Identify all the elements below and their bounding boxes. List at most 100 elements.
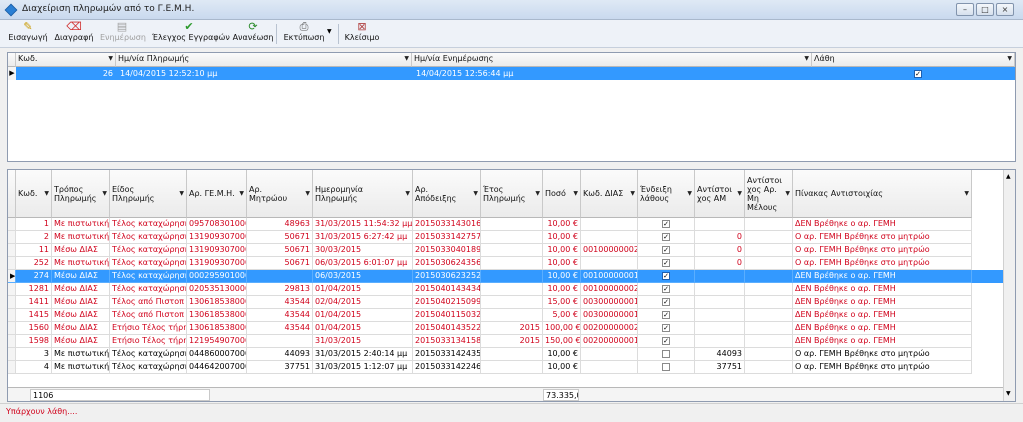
column-header-code[interactable]: Κωδ. ▼ xyxy=(16,53,116,67)
dropdown-arrow-icon[interactable]: ▼ xyxy=(305,189,310,198)
cell-gemh-number: 131909307000 xyxy=(187,257,247,270)
column-header-errors[interactable]: Λάθη ▼ xyxy=(812,53,1015,67)
unchecked-icon xyxy=(662,362,670,371)
scroll-up-arrow-icon[interactable]: ▲ xyxy=(1006,173,1011,180)
error-checkbox[interactable]: ✓ xyxy=(638,244,695,257)
table-row[interactable]: 1Με πιστωτική κΤέλος καταχώρηση095708301… xyxy=(8,218,1003,231)
table-row[interactable]: 26 14/04/2015 12:52:10 μμ 14/04/2015 12:… xyxy=(16,67,1015,80)
dropdown-arrow-icon[interactable]: ▼ xyxy=(473,189,478,198)
error-checkbox[interactable]: ✓ xyxy=(638,335,695,348)
error-checkbox[interactable]: ✓ xyxy=(638,296,695,309)
table-row[interactable]: 1598 Μέσω ΔΙΑΣ Ετήσιο Τέλος τήρη 1219549070… xyxy=(8,335,1003,348)
update-button[interactable]: ▤ Ενημέρωση xyxy=(100,21,146,47)
column-header-payment-year[interactable]: Έτος Πληρωμής ▼ xyxy=(481,170,543,218)
dropdown-arrow-icon[interactable]: ▼ xyxy=(573,189,578,198)
table-row[interactable]: 11 Μέσω ΔΙΑΣ Τέλος καταχώρηση 131909307000 5… xyxy=(8,244,1003,257)
dropdown-arrow-icon[interactable]: ▼ xyxy=(687,189,692,198)
table-row[interactable]: 252Με πιστωτική κΤέλος καταχώρηση1319093… xyxy=(8,257,1003,270)
table-row[interactable]: 1560 Μέσω ΔΙΑΣ Ετήσιο Τέλος τήρη 1306185380… xyxy=(8,322,1003,335)
column-header-update-date[interactable]: Ημ/νία Ενημέρωσης ▼ xyxy=(412,53,812,67)
table-row[interactable]: 1281 Μέσω ΔΙΑΣ Τέλος καταχώρηση 02053513000… xyxy=(8,283,1003,296)
column-header-payment-datetime[interactable]: Ημερομηνία Πληρωμής ▼ xyxy=(313,170,413,218)
close-window-button[interactable]: × xyxy=(996,3,1014,16)
cell-amount: 10,00 € xyxy=(543,270,581,283)
error-checkbox[interactable]: ✓ xyxy=(638,309,695,322)
column-header-receipt-number[interactable]: Αρ. Απόδειξης ▼ xyxy=(413,170,481,218)
cell-matching-table: ΔΕΝ Βρέθηκε ο αρ. ΓΕΜΗ xyxy=(793,322,972,335)
dropdown-arrow-icon[interactable]: ▼ xyxy=(405,189,410,198)
dropdown-arrow-icon[interactable]: ▼ xyxy=(44,189,49,198)
column-header-error-flag[interactable]: Ένδειξη λάθους ▼ xyxy=(638,170,695,218)
column-header-matched-am[interactable]: Αντίστοι χος ΑΜ ▼ xyxy=(695,170,745,218)
dropdown-arrow-icon[interactable]: ▼ xyxy=(737,189,742,198)
column-header-label: Τρόπος Πληρωμής xyxy=(54,184,97,203)
cell-matching-table: ΔΕΝ Βρέθηκε ο αρ. ΓΕΜΗ xyxy=(793,309,972,322)
scroll-down-arrow-icon[interactable]: ▼ xyxy=(1006,390,1011,397)
insert-button[interactable]: ✎ Εισαγωγή xyxy=(8,21,48,47)
error-checkbox[interactable]: ✓ xyxy=(638,218,695,231)
error-checkbox[interactable] xyxy=(638,361,695,374)
maximize-button[interactable]: □ xyxy=(976,3,994,16)
column-header-dias-code[interactable]: Κωδ. ΔΙΑΣ ▼ xyxy=(581,170,638,218)
table-row[interactable]: 2Με πιστωτική κΤέλος καταχώρηση131909307… xyxy=(8,231,1003,244)
column-header-gemh-number[interactable]: Αρ. ΓΕ.Μ.Η. ▼ xyxy=(187,170,247,218)
dropdown-arrow-icon[interactable]: ▼ xyxy=(535,189,540,198)
row-indicator-icon xyxy=(8,257,16,270)
error-checkbox[interactable]: ✓ xyxy=(638,283,695,296)
cell-amount: 10,00 € xyxy=(543,231,581,244)
column-header-payment-date[interactable]: Ημ/νία Πληρωμής ▼ xyxy=(116,53,412,67)
print-dropdown-arrow-icon[interactable]: ▼ xyxy=(327,28,332,35)
row-indicator-icon xyxy=(8,348,16,361)
print-button[interactable]: ⎙ Εκτύπωση xyxy=(282,21,326,47)
column-header-code[interactable]: Κωδ. ▼ xyxy=(16,170,52,218)
table-row[interactable]: ▶ 274 Μέσω ΔΙΑΣ Τέλος καταχώρηση 00029590100… xyxy=(8,270,1003,283)
dropdown-arrow-icon[interactable]: ▼ xyxy=(179,189,184,198)
dropdown-arrow-icon[interactable]: ▼ xyxy=(964,189,969,198)
delete-button[interactable]: ⌫ Διαγραφή xyxy=(52,21,96,47)
checked-icon: ✓ xyxy=(662,232,670,241)
error-checkbox[interactable]: ✓ xyxy=(638,231,695,244)
dropdown-arrow-icon[interactable]: ▼ xyxy=(239,189,244,198)
app-icon xyxy=(4,3,18,17)
column-header-payment-mode[interactable]: Τρόπος Πληρωμής ▼ xyxy=(52,170,110,218)
error-checkbox[interactable]: ✓ xyxy=(638,322,695,335)
column-header-payment-type[interactable]: Είδος Πληρωμής ▼ xyxy=(110,170,187,218)
error-checkbox[interactable]: ✓ xyxy=(638,257,695,270)
cell-receipt-number: 2015040115032 xyxy=(413,309,481,322)
errors-checkbox[interactable]: ✓ xyxy=(914,69,922,78)
dropdown-arrow-icon[interactable]: ▼ xyxy=(102,189,107,198)
cell-gemh-number: 121954907000 xyxy=(187,335,247,348)
column-header-amount[interactable]: Ποσό ▼ xyxy=(543,170,581,218)
table-row[interactable]: 3Με πιστωτική κΤέλος καταχώρηση044860007… xyxy=(8,348,1003,361)
minimize-button[interactable]: – xyxy=(956,3,974,16)
error-checkbox[interactable] xyxy=(638,348,695,361)
cell-payment-type: Τέλος από Πιστοπ xyxy=(110,309,187,322)
cell-code: 1415 xyxy=(16,309,52,322)
cell-payment-type: Τέλος καταχώρηση xyxy=(110,257,187,270)
toolbar: ✎ Εισαγωγή ⌫ Διαγραφή ▤ Ενημέρωση ✔ Έλεγ… xyxy=(0,20,1023,48)
cell-amount: 150,00 € xyxy=(543,335,581,348)
cell-payment-type: Ετήσιο Τέλος τήρη xyxy=(110,322,187,335)
cell-payment-datetime: 06/03/2015 6:01:07 μμ xyxy=(313,257,413,270)
cell-gemh-number: 044642007000 xyxy=(187,361,247,374)
cell-matched-am xyxy=(695,322,745,335)
check-records-button[interactable]: ✔ Έλεγχος Εγγραφών xyxy=(152,21,230,47)
dropdown-arrow-icon[interactable]: ▼ xyxy=(630,189,635,198)
cell-matched-am xyxy=(695,296,745,309)
column-header-label: Κωδ. ΔΙΑΣ xyxy=(583,189,624,198)
refresh-button[interactable]: ⟳ Ανανέωση xyxy=(232,21,274,47)
table-row[interactable]: 1411 Μέσω ΔΙΑΣ Τέλος από Πιστοπ 13061853800… xyxy=(8,296,1003,309)
close-button[interactable]: ⊠ Κλείσιμο xyxy=(344,21,380,47)
column-header-matched-nonmember[interactable]: Αντίστοι χος Αρ. Μη Μέλους ▼ xyxy=(745,170,793,218)
column-header-label: Πίνακας Αντιστοιχίας xyxy=(795,189,883,198)
checked-icon: ✓ xyxy=(662,297,670,306)
dropdown-arrow-icon[interactable]: ▼ xyxy=(785,189,790,198)
table-row[interactable]: 1415 Μέσω ΔΙΑΣ Τέλος από Πιστοπ 13061853800… xyxy=(8,309,1003,322)
column-header-registry-number[interactable]: Αρ. Μητρώου ▼ xyxy=(247,170,313,218)
table-row[interactable]: 4Με πιστωτική κΤέλος καταχώρηση044642007… xyxy=(8,361,1003,374)
cell-payment-year xyxy=(481,270,543,283)
vertical-scrollbar[interactable]: ▲ ▼ xyxy=(1003,170,1015,401)
column-header-matching-table[interactable]: Πίνακας Αντιστοιχίας ▼ xyxy=(793,170,972,218)
cell-amount: 10,00 € xyxy=(543,244,581,257)
error-checkbox[interactable]: ✓ xyxy=(638,270,695,283)
